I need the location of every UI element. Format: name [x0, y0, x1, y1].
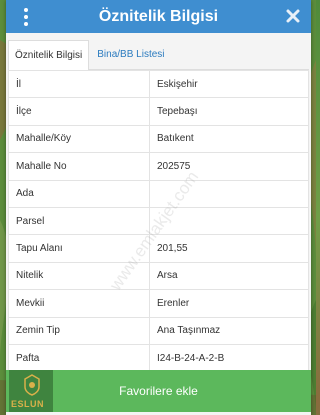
attribute-key: Pafta	[8, 343, 150, 373]
attribute-key: Tapu Alanı	[8, 234, 150, 263]
table-row: Ada	[8, 179, 309, 208]
table-row: Parsel	[8, 206, 309, 236]
attribute-key: Mevkii	[8, 289, 150, 318]
attribute-key: İl	[8, 69, 150, 99]
dialog-title: Öznitelik Bilgisi	[98, 8, 219, 25]
attribute-key: Nitelik	[8, 261, 150, 291]
attribute-key: Mahalle No	[8, 152, 150, 181]
table-row: İlçe Tepebaşı	[8, 97, 309, 126]
attribute-value: Ana Taşınmaz	[149, 316, 309, 345]
tab-attribute-info[interactable]: Öznitelik Bilgisi	[8, 40, 90, 71]
table-row: Zemin Tip Ana Taşınmaz	[8, 316, 309, 345]
table-row: Mahalle/Köy Batıkent	[8, 124, 309, 154]
tab-bar: Öznitelik Bilgisi Bina/BB Listesi	[8, 40, 309, 71]
attribute-value: Tepebaşı	[149, 97, 309, 126]
attribute-value: Batıkent	[149, 124, 309, 154]
table-row: Tapu Alanı 201,55	[8, 234, 309, 263]
attribute-value: I24-B-24-A-2-B	[149, 343, 309, 373]
table-row: Mevkii Erenler	[8, 289, 309, 318]
attribute-value: Arsa	[149, 261, 309, 291]
attribute-dialog: Öznitelik Bilgisi Öznitelik Bilgisi Bina…	[6, 0, 311, 415]
attribute-value: 202575	[149, 152, 309, 181]
attribute-key: Ada	[8, 179, 150, 208]
attribute-value: Eskişehir	[149, 69, 309, 99]
brand-logo: ESLUN	[9, 370, 53, 412]
tab-building-list[interactable]: Bina/BB Listesi	[89, 40, 170, 70]
table-row: Pafta I24-B-24-A-2-B	[8, 343, 309, 373]
attribute-table: İl Eskişehir İlçe Tepebaşı Mahalle/Köy B…	[8, 69, 309, 373]
table-row: Nitelik Arsa	[8, 261, 309, 291]
table-row: Mahalle No 202575	[8, 152, 309, 181]
content-area: Öznitelik Bilgisi Bina/BB Listesi İl Esk…	[6, 33, 311, 415]
dialog-header: Öznitelik Bilgisi	[6, 0, 311, 33]
menu-dots-icon[interactable]	[20, 8, 32, 26]
attribute-value: 201,55	[149, 234, 309, 263]
attribute-value	[149, 206, 309, 236]
attribute-value	[149, 179, 309, 208]
logo-text: ESLUN	[11, 399, 45, 409]
attribute-key: Parsel	[8, 206, 150, 236]
attribute-key: Zemin Tip	[8, 316, 150, 345]
attribute-key: İlçe	[8, 97, 150, 126]
logo-seal-icon	[24, 374, 40, 396]
attribute-value: Erenler	[149, 289, 309, 318]
table-row: İl Eskişehir	[8, 69, 309, 99]
close-icon[interactable]	[285, 8, 301, 24]
attribute-key: Mahalle/Köy	[8, 124, 150, 154]
